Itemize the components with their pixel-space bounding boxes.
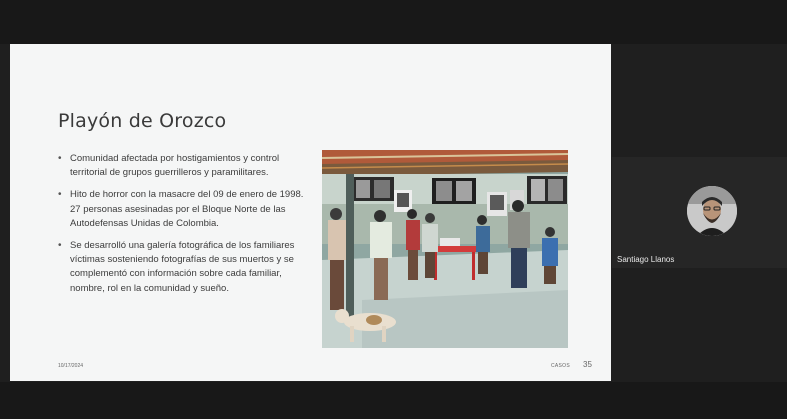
bullet-list: Comunidad afectada por hostigamientos y … bbox=[58, 152, 306, 304]
participant-avatar bbox=[687, 186, 737, 236]
participant-name: Santiago Llanos bbox=[617, 255, 675, 264]
community-photo bbox=[322, 150, 568, 348]
slide-section-label: CASOS bbox=[551, 363, 571, 369]
bottom-bar bbox=[0, 382, 787, 419]
top-bar bbox=[0, 0, 787, 44]
slide-date: 10/17/2024 bbox=[58, 363, 84, 369]
slide-page-number: 35 bbox=[583, 360, 592, 369]
slide-title: Playón de Orozco bbox=[58, 110, 227, 132]
presentation-slide: Playón de Orozco Comunidad afectada por … bbox=[10, 44, 611, 381]
bullet-item: Hito de horror con la masacre del 09 de … bbox=[58, 188, 306, 231]
bullet-item: Comunidad afectada por hostigamientos y … bbox=[58, 152, 306, 180]
bullet-item: Se desarrolló una galería fotográfica de… bbox=[58, 239, 306, 296]
